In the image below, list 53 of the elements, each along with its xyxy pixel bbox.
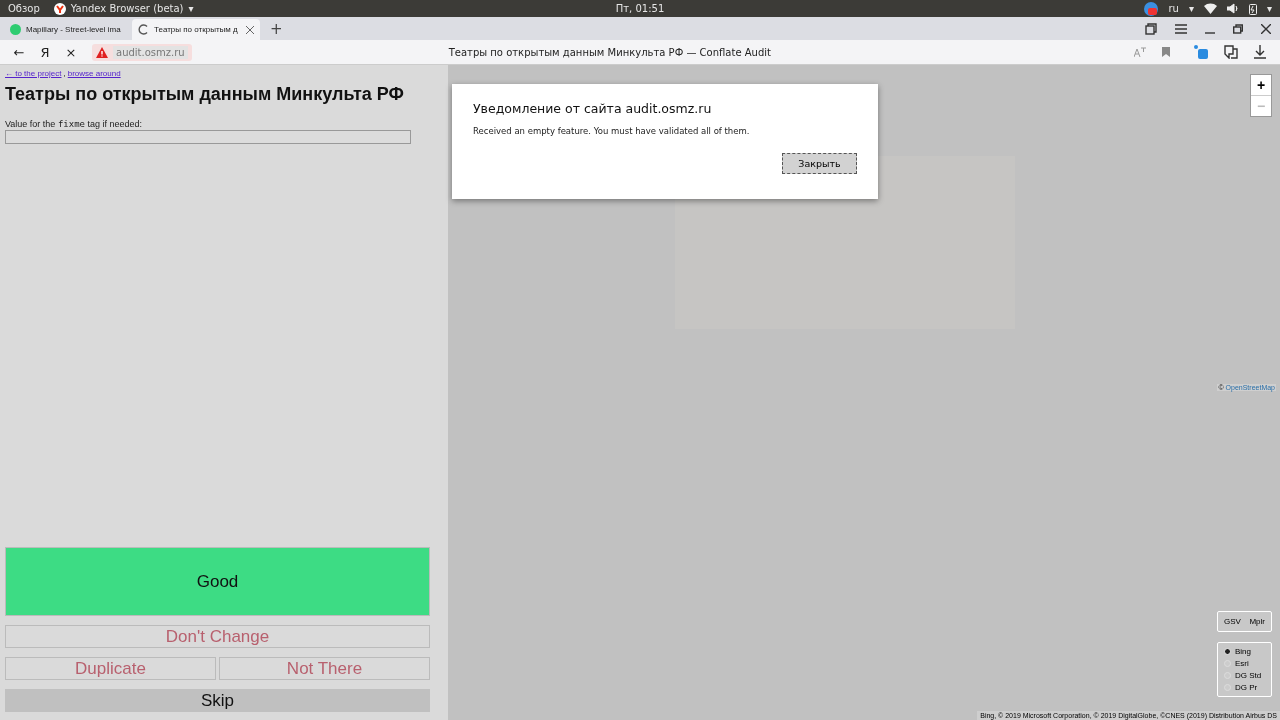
- translate-icon[interactable]: [1134, 47, 1146, 57]
- street-view-button[interactable]: GSV: [1224, 617, 1241, 626]
- browser-tab[interactable]: Mapillary - Street-level ima: [4, 19, 132, 40]
- tabs-icon[interactable]: [1145, 22, 1157, 35]
- browser-icon: [53, 2, 66, 15]
- page-title: Театры по открытым данным Минкульта РФ — Conflate Audit: [447, 46, 772, 58]
- tab-title: Mapillary - Street-level ima: [26, 25, 122, 34]
- close-icon[interactable]: [1261, 23, 1271, 34]
- layer-option[interactable]: DG Pr: [1224, 683, 1265, 692]
- browse-link[interactable]: browse around: [67, 69, 121, 78]
- caret-icon[interactable]: ▾: [188, 3, 194, 14]
- close-icon[interactable]: [246, 25, 254, 34]
- layer-option[interactable]: Bing: [1224, 647, 1265, 656]
- layer-option[interactable]: Esri: [1224, 659, 1265, 668]
- extension-icon[interactable]: [1194, 45, 1208, 59]
- fixme-input-field[interactable]: [5, 130, 411, 144]
- battery-icon[interactable]: [1248, 2, 1257, 15]
- address-field[interactable]: audit.osmz.ru: [92, 43, 192, 61]
- skip-button[interactable]: Skip: [5, 689, 430, 712]
- volume-icon[interactable]: [1226, 3, 1239, 14]
- app-indicator-icon[interactable]: [1144, 1, 1159, 16]
- dialog-title: Уведомление от сайта audit.osmz.ru: [473, 101, 713, 116]
- caret-icon[interactable]: ▾: [1266, 3, 1272, 14]
- wifi-icon[interactable]: [1203, 3, 1217, 14]
- street-view-button[interactable]: Mplr: [1249, 617, 1265, 626]
- project-title: Театры по открытым данным Минкульта РФ: [5, 84, 405, 105]
- loading-icon: [138, 24, 149, 35]
- back-button[interactable]: ←: [8, 44, 30, 60]
- new-tab-button[interactable]: +: [260, 19, 293, 38]
- link-separator: ,: [63, 69, 66, 78]
- fixme-label: Value for the fixme tag if needed:: [5, 119, 143, 129]
- tab-title: Театры по открытым д: [154, 25, 239, 34]
- protect-icon[interactable]: [1224, 45, 1238, 59]
- caret-icon[interactable]: ▾: [1188, 3, 1194, 14]
- project-link[interactable]: ← to the project: [5, 69, 62, 78]
- home-button[interactable]: Я: [34, 44, 56, 60]
- favicon-icon: [10, 24, 21, 35]
- bookmark-icon[interactable]: [1162, 47, 1170, 57]
- language-indicator[interactable]: ru: [1168, 3, 1179, 14]
- app-name[interactable]: Yandex Browser (beta): [70, 3, 184, 14]
- stop-button[interactable]: ×: [60, 44, 82, 60]
- layer-option[interactable]: DG Std: [1224, 671, 1265, 680]
- activities-label[interactable]: Обзор: [8, 3, 40, 14]
- warning-icon: [96, 46, 108, 58]
- dialog-message: Received an empty feature. You must have validated all of them.: [473, 126, 751, 136]
- close-button[interactable]: Закрыть: [782, 153, 857, 174]
- restore-icon[interactable]: [1233, 23, 1243, 34]
- zoom-in-button[interactable]: +: [1251, 75, 1271, 95]
- browser-tab[interactable]: Театры по открытым д: [132, 19, 260, 40]
- good-button[interactable]: Good: [5, 547, 430, 616]
- download-icon[interactable]: [1254, 45, 1266, 59]
- clock[interactable]: Пт, 01:51: [615, 3, 665, 14]
- menu-icon[interactable]: [1175, 23, 1187, 34]
